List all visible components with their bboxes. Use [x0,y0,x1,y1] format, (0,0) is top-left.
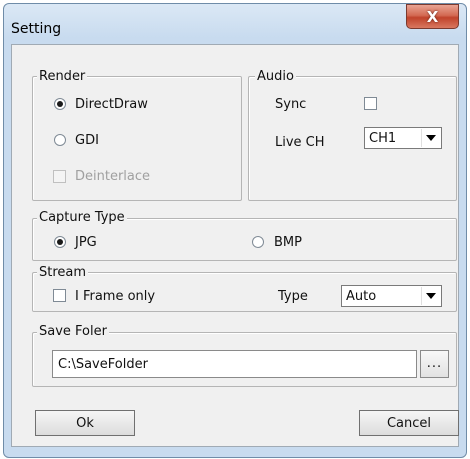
directdraw-label[interactable]: DirectDraw [75,97,148,112]
deinterlace-label[interactable]: Deinterlace [75,169,150,184]
type-dropdown-button[interactable] [421,287,440,305]
save-folder-legend: Save Foler [37,324,109,339]
live-ch-value: CH1 [369,130,397,146]
stream-legend: Stream [37,265,89,280]
cancel-label: Cancel [386,415,432,431]
live-ch-dropdown-button[interactable] [421,129,440,147]
ok-button[interactable]: Ok [35,410,135,436]
chevron-down-icon [426,135,436,141]
live-ch-select[interactable]: CH1 [364,127,442,149]
live-ch-label: Live CH [275,135,325,150]
capture-type-legend: Capture Type [37,210,127,225]
render-legend: Render [37,69,88,84]
sync-checkbox[interactable] [364,97,377,110]
close-button[interactable]: X [406,4,459,29]
browse-label: ... [426,356,443,371]
title-bar[interactable] [4,4,466,44]
directdraw-radio[interactable] [54,98,66,110]
cancel-button[interactable]: Cancel [359,410,459,436]
gdi-label[interactable]: GDI [75,133,99,148]
audio-legend: Audio [255,69,296,84]
close-icon: X [426,7,439,26]
type-label: Type [278,289,308,304]
ok-label: Ok [76,415,94,431]
chevron-down-icon [426,293,436,299]
save-folder-path-input[interactable]: C:\SaveFolder [52,350,417,378]
jpg-label[interactable]: JPG [75,235,97,250]
type-select[interactable]: Auto [341,285,442,307]
iframe-only-checkbox[interactable] [53,289,66,302]
window-title: Setting [11,21,62,37]
bmp-radio[interactable] [252,236,264,248]
bmp-label[interactable]: BMP [274,235,302,250]
jpg-radio[interactable] [54,236,66,248]
browse-button[interactable]: ... [420,350,449,378]
save-folder-path-value: C:\SaveFolder [58,356,148,372]
type-value: Auto [346,288,377,304]
deinterlace-checkbox[interactable] [53,170,66,183]
sync-label: Sync [275,97,307,112]
gdi-radio[interactable] [54,134,66,146]
iframe-only-label[interactable]: I Frame only [75,289,155,304]
